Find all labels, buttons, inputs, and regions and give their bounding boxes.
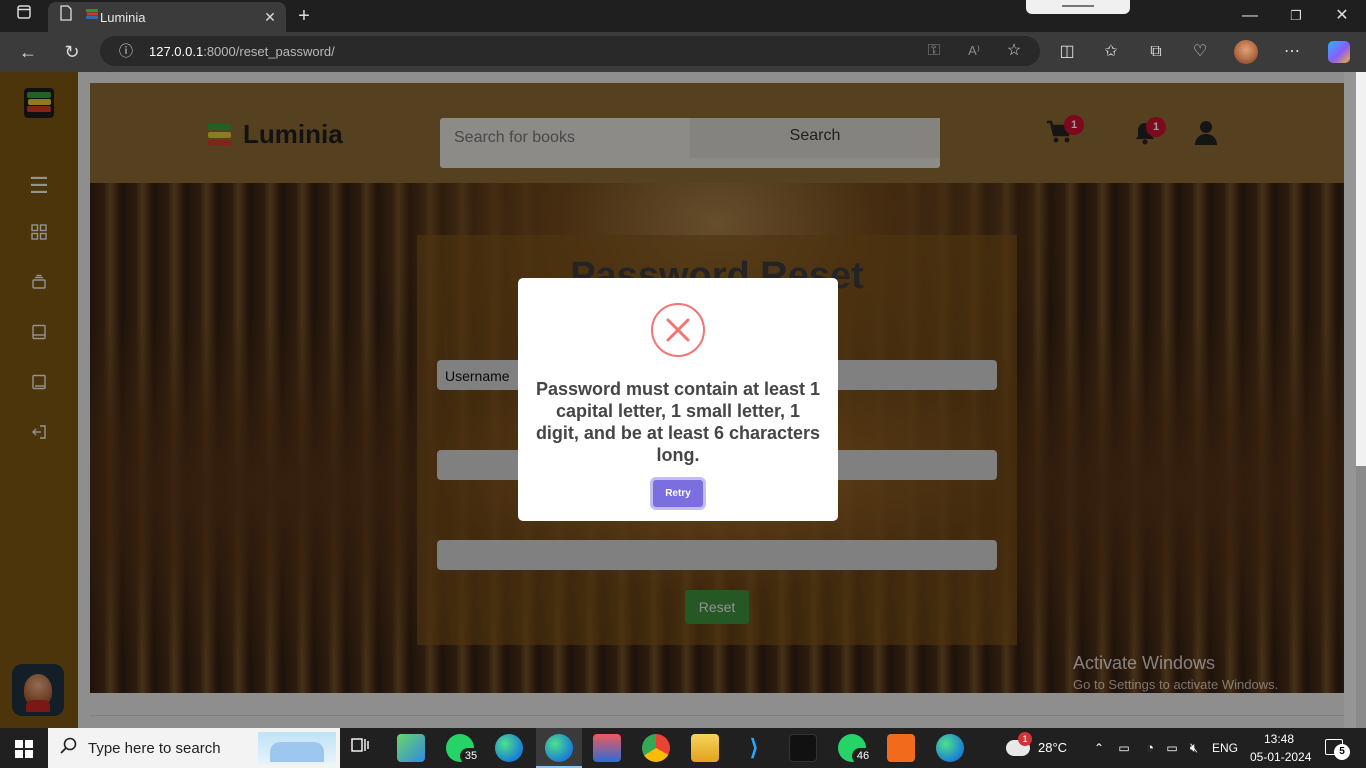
xampp-icon[interactable] [887,734,915,762]
taskbar-search-box[interactable]: Type here to search [48,728,340,768]
retry-button-label: Retry [665,488,691,499]
edge-browser-icon[interactable] [495,734,523,762]
restore-icon[interactable]: ❐ [1284,4,1308,28]
error-x-icon [651,303,705,357]
notification-center-icon[interactable]: 5 [1325,739,1350,760]
show-hidden-icons-chevron-icon[interactable]: ⌃ [1085,734,1113,762]
task-view-icon[interactable] [346,734,374,762]
site-info-icon[interactable]: ⓘ [114,39,138,63]
clock-date[interactable]: 05-01-2024 [1250,750,1311,764]
page-icon [54,5,78,29]
read-aloud-icon[interactable]: A⁾ [962,39,986,63]
scrollbar-thumb[interactable] [1356,466,1366,728]
input-language[interactable]: ENG [1212,741,1238,755]
retry-button[interactable]: Retry [653,480,703,507]
performance-icon[interactable]: ♡ [1188,40,1212,64]
browser-tab-bar: Luminia ✕ + — ❐ ✕ [0,0,1366,32]
edge-dev-icon[interactable] [936,734,964,762]
taskbar-search-placeholder: Type here to search [88,740,221,757]
window-drag-handle[interactable] [1026,0,1130,14]
windows-taskbar: Type here to search 35 ⟩ 46 1 28°C ⌃ ▭ ◔… [0,728,1366,768]
close-tab-icon[interactable]: ✕ [258,5,282,29]
error-modal: Password must contain at least 1 capital… [518,278,838,521]
more-menu-icon[interactable]: ⋯ [1280,40,1304,64]
error-message: Password must contain at least 1 capital… [535,379,821,465]
file-explorer-icon[interactable] [691,734,719,762]
activate-windows-title: Activate Windows [1073,653,1216,673]
photos-icon[interactable] [593,734,621,762]
favorite-star-icon[interactable]: ☆ [1002,39,1026,63]
tab-actions-icon[interactable] [12,4,36,28]
key-icon[interactable]: ⚿ [922,39,946,63]
search-highlight-image [258,732,336,764]
browser-tab[interactable]: Luminia ✕ [48,2,286,32]
notification-count: 5 [1334,744,1350,760]
minimize-icon[interactable]: — [1238,4,1262,28]
back-icon[interactable]: ← [16,40,40,64]
clock-time[interactable]: 13:48 [1264,732,1294,746]
split-screen-icon[interactable]: ◫ [1055,40,1079,64]
whatsapp-secondary-icon[interactable]: 46 [838,734,874,764]
close-window-icon[interactable]: ✕ [1330,4,1354,28]
address-bar[interactable]: ⓘ 127.0.0.1:8000/reset_password/ ⚿ A⁾ ☆ [100,36,1040,66]
weather-temperature[interactable]: 28°C [1038,740,1067,755]
url-host: 127.0.0.1 [149,44,204,59]
url-text: 127.0.0.1:8000/reset_password/ [149,44,335,59]
whatsapp-icon[interactable]: 35 [446,734,482,764]
tab-title: Luminia [100,10,146,25]
refresh-icon[interactable]: ↻ [60,40,84,64]
edge-active-app-icon[interactable] [536,728,582,768]
whatsapp-secondary-badge: 46 [852,748,874,764]
pycharm-icon[interactable] [789,734,817,762]
widgets-icon[interactable] [397,734,425,762]
weather-badge: 1 [1018,732,1032,746]
url-path: :8000/reset_password/ [203,44,335,59]
search-magnifier-icon [60,737,78,760]
collections-icon[interactable]: ⧉ [1144,40,1168,64]
favorites-icon[interactable]: ✩ [1099,40,1123,64]
windows-start-icon[interactable] [15,740,33,758]
speaker-muted-icon[interactable]: 🔇︎ [1180,734,1208,762]
activate-windows-subtitle: Go to Settings to activate Windows. [1073,677,1279,692]
vscode-icon[interactable]: ⟩ [740,734,768,762]
copilot-icon[interactable] [1328,41,1350,63]
profile-avatar[interactable] [1234,40,1258,64]
meet-now-icon[interactable]: ▭ [1110,734,1138,762]
whatsapp-badge: 35 [460,748,482,764]
chrome-icon[interactable] [642,734,670,762]
new-tab-icon[interactable]: + [292,4,316,28]
weather-cloud-icon[interactable]: 1 [1006,732,1032,756]
browser-toolbar: ← ↻ ⓘ 127.0.0.1:8000/reset_password/ ⚿ A… [0,32,1366,72]
